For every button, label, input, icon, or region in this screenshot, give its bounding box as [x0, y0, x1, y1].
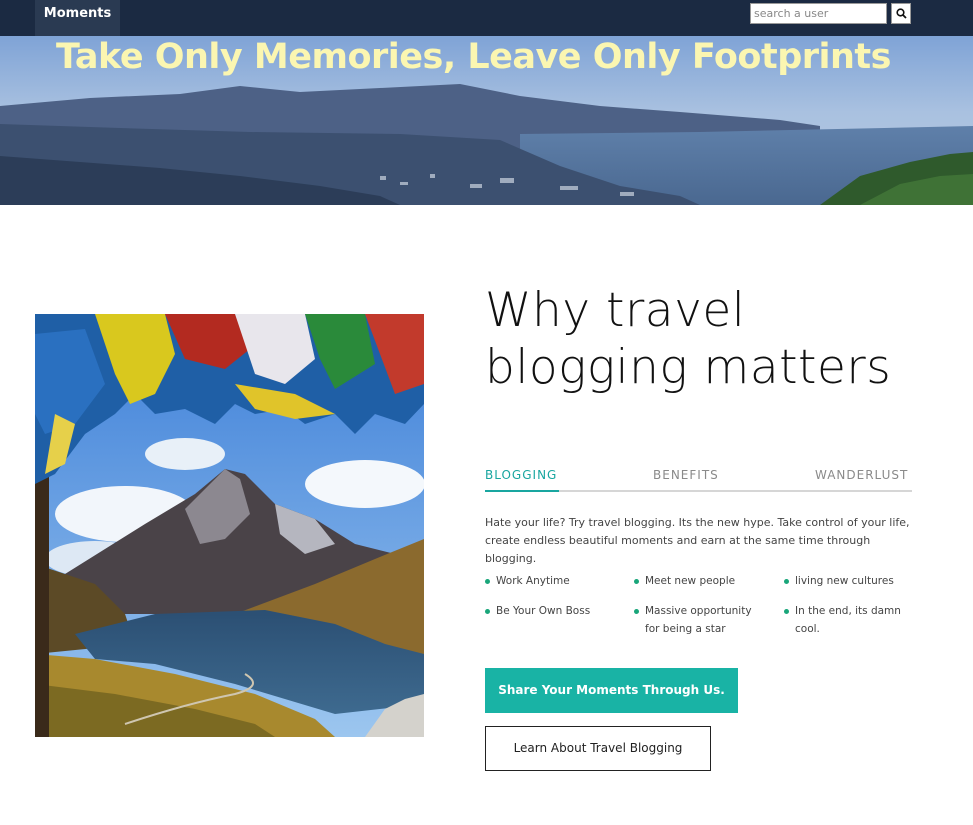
search-input[interactable]: [750, 3, 887, 24]
brand-link[interactable]: Moments: [35, 0, 120, 36]
bullet-icon: [485, 579, 490, 584]
search-icon: [895, 8, 907, 19]
prayer-flags-mountain-image: [35, 314, 424, 737]
feature-label: Be Your Own Boss: [496, 605, 591, 617]
list-item: Meet new people: [634, 572, 769, 590]
share-moments-button[interactable]: Share Your Moments Through Us.: [485, 668, 738, 713]
top-navbar: Moments: [0, 0, 973, 36]
section-headline: Why travel blogging matters: [485, 283, 892, 395]
bullet-icon: [485, 609, 490, 614]
search-button[interactable]: [891, 3, 911, 24]
bullet-icon: [784, 579, 789, 584]
intro-paragraph: Hate your life? Try travel blogging. Its…: [485, 516, 910, 565]
feature-label: Work Anytime: [496, 575, 570, 587]
feature-label: Massive opportunity for being a star: [645, 605, 752, 635]
content-tabs: BLOGGING BENEFITS WANDERLUST: [485, 466, 912, 492]
bullet-icon: [634, 609, 639, 614]
list-item: In the end, its damn cool.: [784, 602, 914, 638]
list-item: Work Anytime: [485, 572, 620, 590]
feature-label: living new cultures: [795, 575, 894, 587]
tab-blogging[interactable]: BLOGGING: [485, 466, 557, 484]
feature-label: In the end, its damn cool.: [795, 605, 901, 635]
tab-benefits[interactable]: BENEFITS: [653, 466, 719, 484]
list-item: living new cultures: [784, 572, 919, 590]
bullet-icon: [784, 609, 789, 614]
tab-wanderlust[interactable]: WANDERLUST: [815, 466, 908, 484]
feature-label: Meet new people: [645, 575, 736, 587]
learn-blogging-button[interactable]: Learn About Travel Blogging: [485, 726, 711, 771]
mountain-lake-photo: [35, 314, 424, 737]
active-tab-indicator: [485, 490, 559, 492]
hero-title: Take Only Memories, Leave Only Footprint…: [56, 37, 891, 77]
list-item: Massive opportunity for being a star: [634, 602, 764, 638]
list-item: Be Your Own Boss: [485, 602, 620, 620]
bullet-icon: [634, 579, 639, 584]
